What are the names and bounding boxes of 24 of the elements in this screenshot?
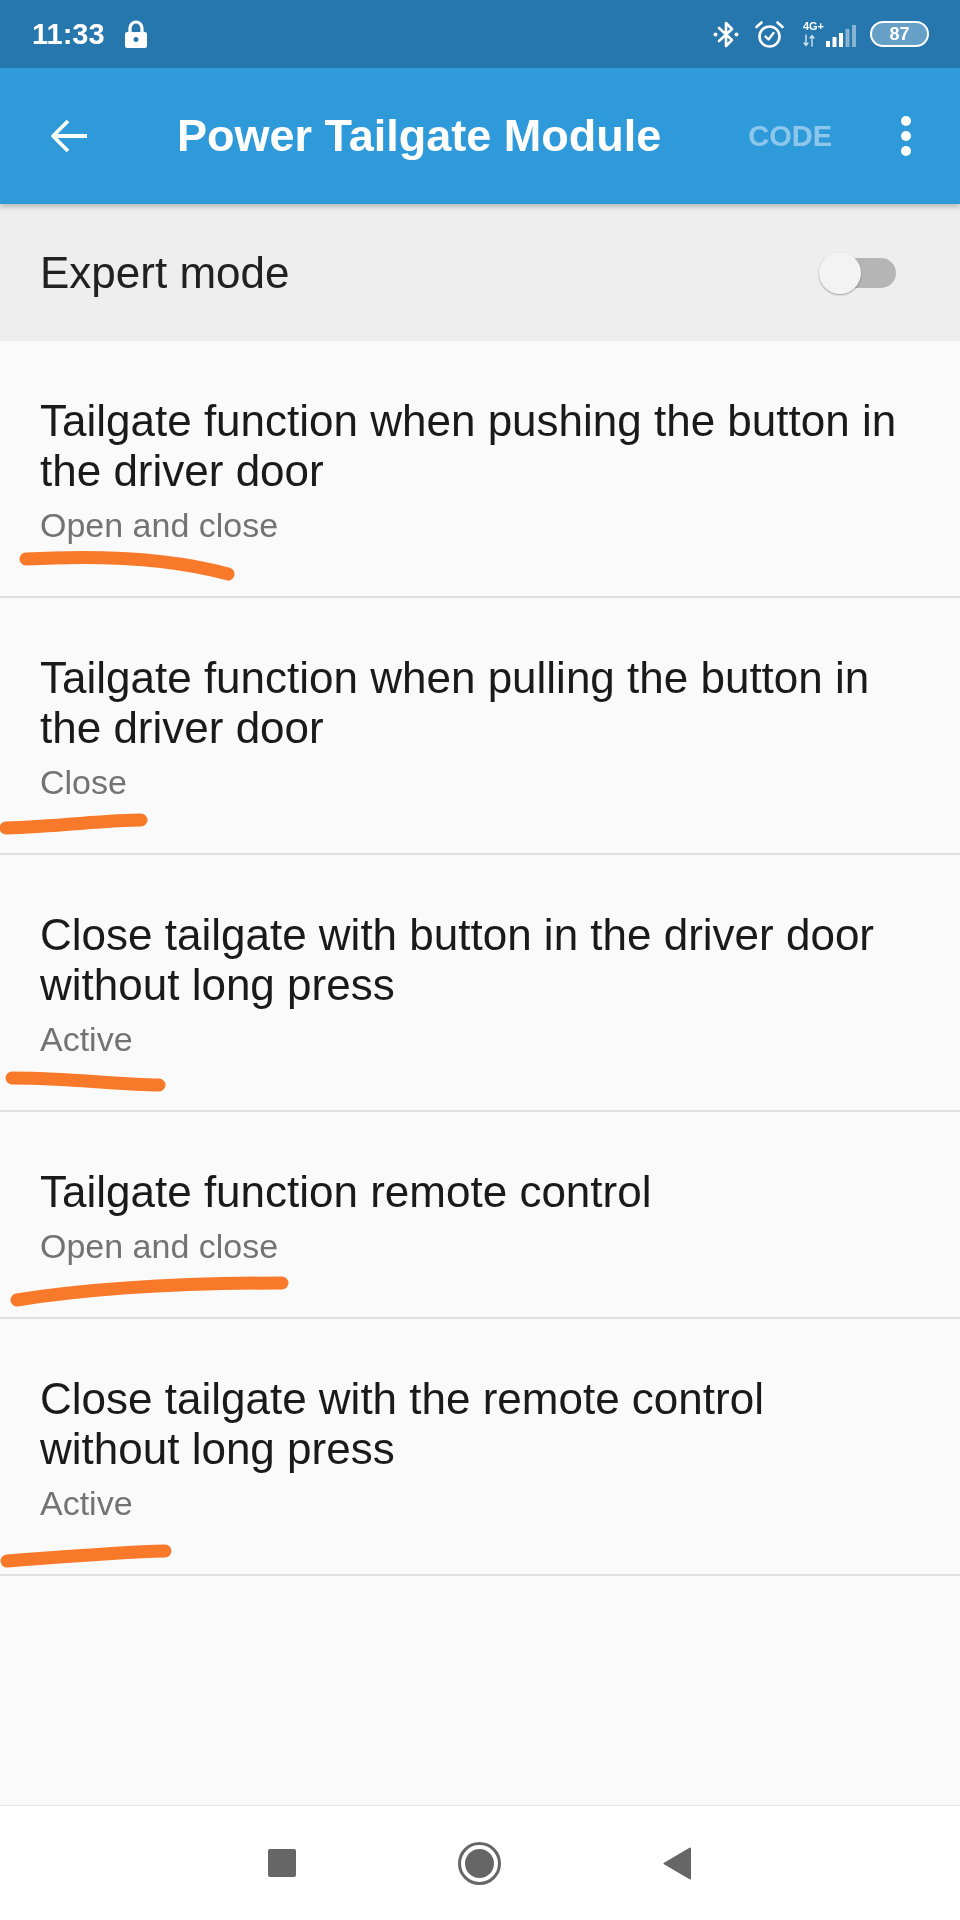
setting-value: Active xyxy=(40,1019,133,1060)
setting-value: Close xyxy=(40,762,127,803)
setting-value: Open and close xyxy=(40,505,279,546)
back-arrow-icon[interactable] xyxy=(49,117,89,155)
overflow-menu-icon[interactable] xyxy=(900,116,912,156)
setting-value: Open and close xyxy=(40,1226,279,1267)
lock-icon xyxy=(122,20,149,48)
battery-indicator: 87 xyxy=(870,21,929,47)
network-type-label: 4G+ xyxy=(802,21,824,32)
screen-title: Power Tailgate Module xyxy=(177,110,662,162)
expert-mode-label: Expert mode xyxy=(40,247,290,298)
setting-title: Tailgate function remote control xyxy=(40,1167,652,1217)
setting-title: Close tailgate with the remote control without long press xyxy=(40,1374,765,1474)
setting-value: Active xyxy=(40,1483,133,1524)
alarm-clock-icon xyxy=(753,19,785,49)
expert-mode-switch[interactable] xyxy=(818,250,896,295)
circle-icon[interactable] xyxy=(458,1841,501,1885)
triangle-icon[interactable] xyxy=(663,1846,692,1880)
signal-bars-icon xyxy=(826,25,856,47)
setting-title: Close tailgate with button in the driver door without long press xyxy=(40,910,876,1010)
setting-title: Tailgate function when pulling the button in the driver door xyxy=(40,653,871,753)
data-arrows-icon xyxy=(802,34,815,47)
setting-title: Tailgate function when pushing the button in the driver door xyxy=(40,396,898,496)
status-time: 11:33 xyxy=(32,17,105,51)
